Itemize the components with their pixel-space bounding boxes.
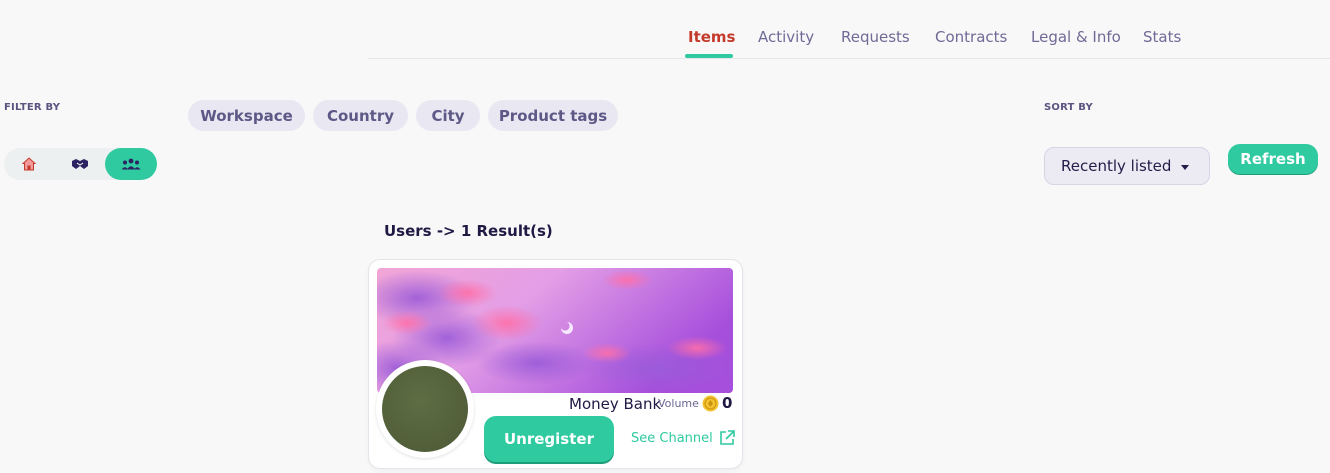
active-tab-indicator	[685, 54, 733, 58]
chip-workspace[interactable]: Workspace	[188, 100, 305, 131]
caret-down-icon	[1181, 165, 1189, 170]
results-title: Users -> 1 Result(s)	[384, 222, 553, 240]
tab-legal-info[interactable]: Legal & Info	[1031, 28, 1121, 46]
coin-icon	[702, 395, 719, 412]
see-channel-link[interactable]: See Channel	[631, 430, 735, 446]
unregister-button[interactable]: Unregister	[484, 416, 614, 462]
card-name: Money Bank	[569, 395, 662, 413]
tab-requests[interactable]: Requests	[841, 28, 910, 46]
chip-city[interactable]: City	[416, 100, 480, 131]
filter-by-label: FILTER BY	[4, 102, 61, 113]
filter-services-button[interactable]	[54, 148, 106, 180]
handshake-icon	[72, 159, 88, 169]
sort-select[interactable]: Recently listed	[1044, 147, 1210, 185]
chip-country[interactable]: Country	[313, 100, 408, 131]
avatar	[376, 360, 474, 458]
sort-selected-value: Recently listed	[1061, 157, 1172, 175]
refresh-button[interactable]: Refresh	[1228, 144, 1318, 174]
tab-items[interactable]: Items	[688, 28, 735, 46]
users-icon	[121, 158, 141, 170]
volume-label: Volume	[658, 397, 699, 410]
avatar-image	[382, 366, 468, 452]
tab-contracts[interactable]: Contracts	[935, 28, 1007, 46]
tab-activity[interactable]: Activity	[758, 28, 814, 46]
chip-product-tags[interactable]: Product tags	[488, 100, 618, 131]
see-channel-label: See Channel	[631, 430, 713, 446]
filter-users-button[interactable]	[105, 148, 157, 180]
main-tabs: Items Activity Requests Contracts Legal …	[368, 0, 1330, 59]
external-link-icon	[719, 430, 735, 445]
user-card[interactable]: Money Bank Volume 0 Unregister See Chann…	[368, 259, 743, 469]
house-icon	[22, 157, 36, 171]
filter-spaces-button[interactable]	[4, 148, 54, 180]
volume-value: 0	[722, 394, 733, 412]
sort-by-label: SORT BY	[1044, 102, 1093, 113]
filter-type-toggle	[4, 148, 157, 180]
tab-stats[interactable]: Stats	[1143, 28, 1181, 46]
